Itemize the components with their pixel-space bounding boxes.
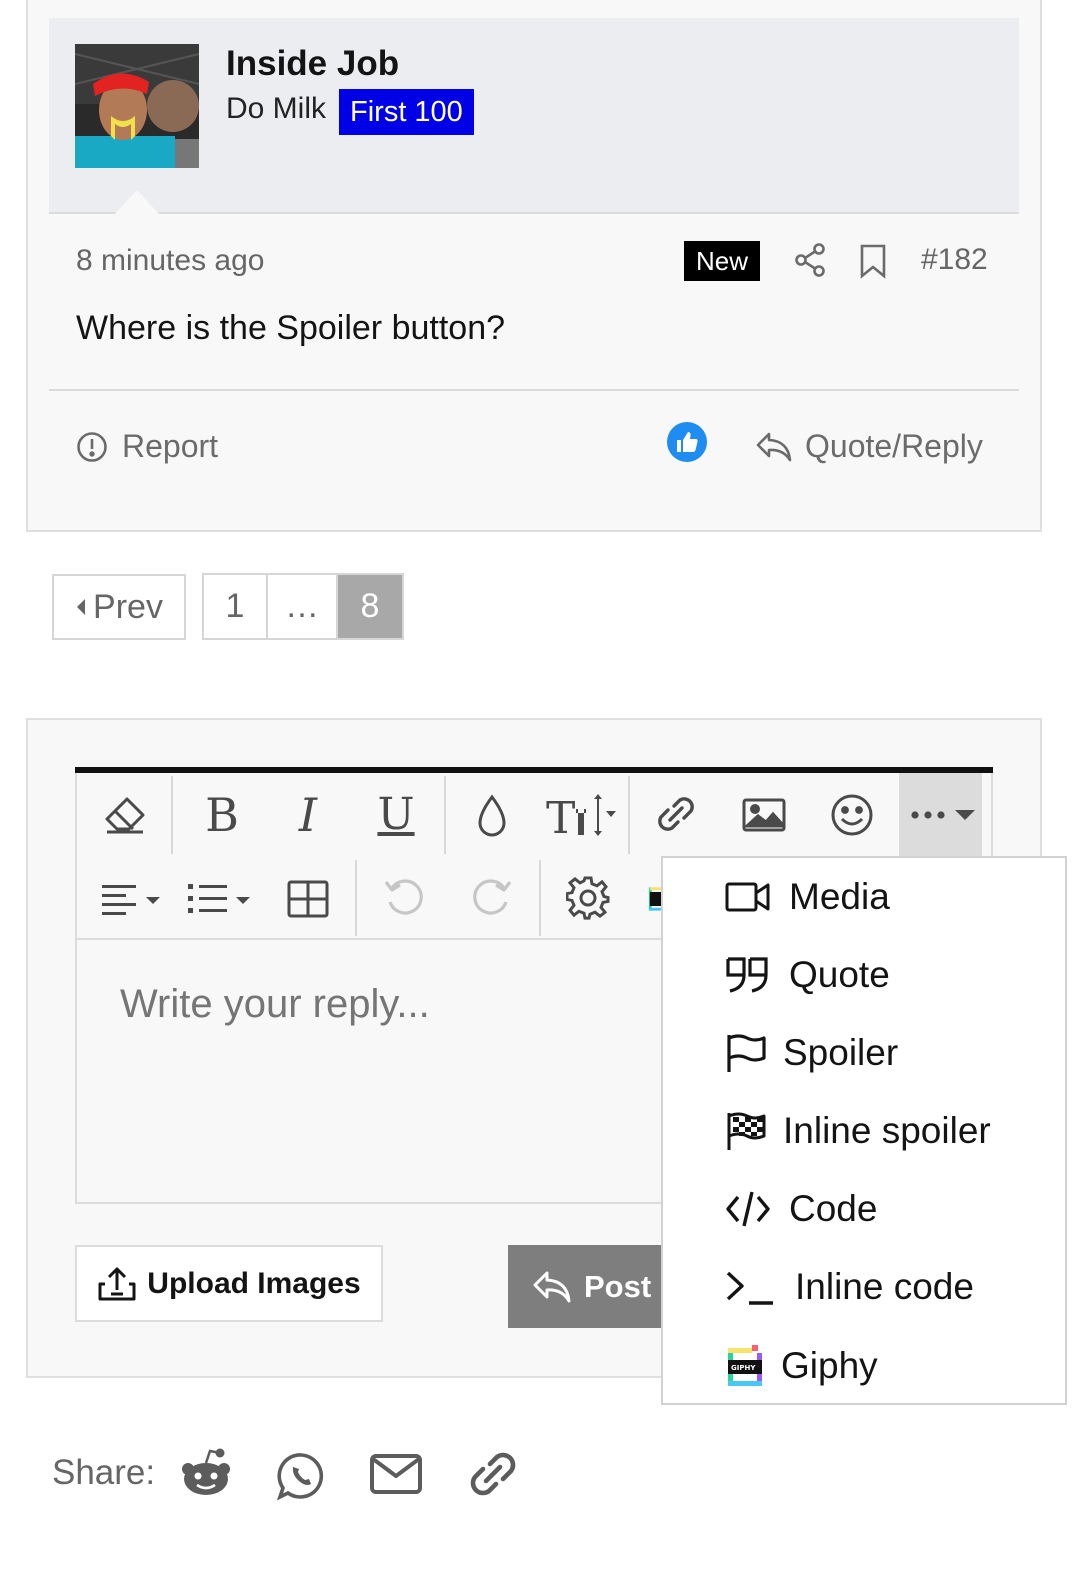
list-icon[interactable] (186, 872, 260, 926)
user-badge: First 100 (339, 89, 474, 135)
code-icon (725, 1189, 771, 1229)
upload-label: Upload Images (147, 1266, 361, 1300)
more-options-menu: Media Quote Spoiler Inline spoiler Code … (661, 856, 1067, 1405)
pagination: 1 … 8 (202, 573, 404, 640)
more-options-button[interactable] (899, 773, 982, 857)
toolbar-separator (171, 776, 173, 854)
share-icon[interactable] (794, 242, 828, 278)
menu-item-quote[interactable]: Quote (725, 954, 890, 996)
reply-icon (755, 430, 793, 464)
menu-item-label: Inline spoiler (783, 1110, 991, 1151)
quote-reply-button[interactable]: Quote/Reply (755, 428, 983, 465)
username[interactable]: Inside Job (226, 44, 399, 84)
reply-input[interactable] (120, 982, 650, 1027)
quote-icon (725, 956, 771, 994)
more-options-icon (911, 810, 975, 820)
page-ellipsis[interactable]: … (268, 575, 338, 638)
whatsapp-icon[interactable] (276, 1451, 326, 1501)
link-icon[interactable] (466, 1447, 520, 1501)
video-icon (725, 880, 771, 914)
giphy-icon: GIPHY (725, 1344, 765, 1388)
menu-item-label: Inline code (795, 1266, 974, 1307)
terminal-icon (725, 1267, 775, 1307)
report-button[interactable]: Report (76, 428, 218, 465)
caret-left-icon (75, 596, 87, 618)
menu-item-label: Media (789, 876, 890, 917)
toolbar-separator (628, 776, 630, 854)
report-icon (76, 431, 108, 463)
upload-icon (97, 1266, 137, 1302)
quote-reply-label: Quote/Reply (805, 428, 983, 464)
svg-text:T: T (546, 793, 575, 839)
menu-item-label: Quote (789, 954, 890, 995)
toolbar-separator (355, 860, 357, 936)
share-label: Share: (52, 1453, 156, 1492)
reply-icon (532, 1269, 572, 1305)
menu-item-inline-spoiler[interactable]: Inline spoiler (725, 1110, 991, 1152)
post-button[interactable]: Post (508, 1245, 662, 1328)
flag-icon (725, 1033, 767, 1073)
menu-item-giphy[interactable]: GIPHY Giphy (725, 1344, 878, 1388)
giphy-icon[interactable] (648, 872, 662, 926)
settings-icon[interactable] (564, 874, 612, 922)
menu-item-label: Giphy (781, 1345, 878, 1386)
reddit-icon[interactable] (180, 1447, 232, 1499)
page-link-1[interactable]: 1 (204, 575, 268, 638)
prev-page-button[interactable]: Prev (52, 574, 186, 640)
menu-item-label: Spoiler (783, 1032, 899, 1073)
avatar[interactable] (75, 44, 199, 168)
email-icon[interactable] (370, 1454, 422, 1494)
post-label: Post (584, 1268, 652, 1304)
menu-item-spoiler[interactable]: Spoiler (725, 1032, 898, 1074)
menu-item-label: Code (789, 1188, 878, 1229)
report-label: Report (122, 428, 219, 464)
prev-label: Prev (93, 587, 163, 626)
eraser-icon[interactable] (98, 786, 152, 844)
menu-item-code[interactable]: Code (725, 1188, 877, 1230)
post-number-link[interactable]: #182 (921, 243, 988, 277)
bookmark-icon[interactable] (858, 243, 888, 279)
toolbar-separator (444, 776, 446, 854)
new-badge: New (684, 241, 761, 281)
user-title: Do Milk (226, 92, 327, 125)
menu-item-media[interactable]: Media (725, 876, 890, 918)
upload-images-button[interactable]: Upload Images (75, 1245, 383, 1322)
text-color-icon[interactable] (470, 788, 514, 844)
image-icon[interactable] (740, 788, 788, 842)
post-timestamp[interactable]: 8 minutes ago (76, 244, 264, 278)
font-size-icon[interactable]: T (546, 786, 618, 844)
speech-caret (114, 190, 160, 215)
checkered-flag-icon (725, 1111, 767, 1151)
page-current[interactable]: 8 (338, 575, 402, 638)
table-icon[interactable] (284, 874, 332, 924)
divider (49, 389, 1019, 391)
svg-text:GIPHY: GIPHY (731, 1364, 756, 1372)
link-icon[interactable] (652, 786, 700, 842)
align-icon[interactable] (100, 872, 170, 926)
italic-icon[interactable]: I (284, 786, 332, 844)
underline-icon[interactable]: U (370, 784, 422, 844)
like-icon[interactable] (666, 421, 708, 463)
emoji-icon[interactable] (828, 788, 876, 842)
undo-icon[interactable] (378, 872, 430, 924)
redo-icon[interactable] (466, 872, 518, 924)
editor-top-border (75, 767, 993, 773)
menu-item-inline-code[interactable]: Inline code (725, 1266, 974, 1308)
post-body: Where is the Spoiler button? (76, 309, 506, 347)
toolbar-divider (77, 938, 662, 940)
toolbar-separator (539, 860, 541, 936)
bold-icon[interactable]: B (196, 786, 248, 844)
